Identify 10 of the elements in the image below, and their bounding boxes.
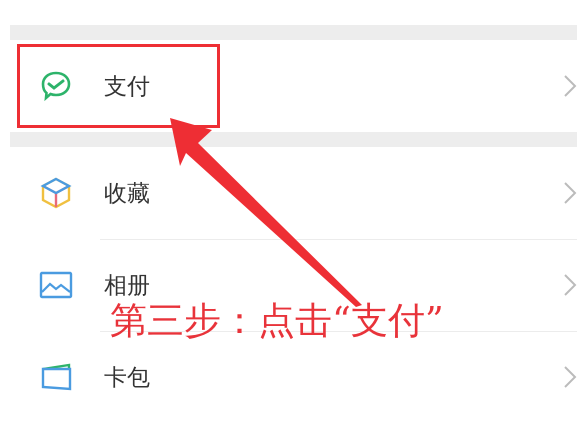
chevron-icon xyxy=(563,365,577,389)
chevron-icon xyxy=(563,181,577,205)
annotation-caption: 第三步：点击“支付” xyxy=(110,298,444,344)
chevron-icon xyxy=(563,273,577,297)
chevron-icon xyxy=(563,74,577,98)
menu-label[interactable]: 卡包 xyxy=(104,362,150,392)
menu-label[interactable]: 支付 xyxy=(104,70,150,102)
menu-label[interactable]: 收藏 xyxy=(104,178,150,208)
cube-icon xyxy=(38,175,74,211)
menu-label[interactable]: 相册 xyxy=(104,270,150,300)
